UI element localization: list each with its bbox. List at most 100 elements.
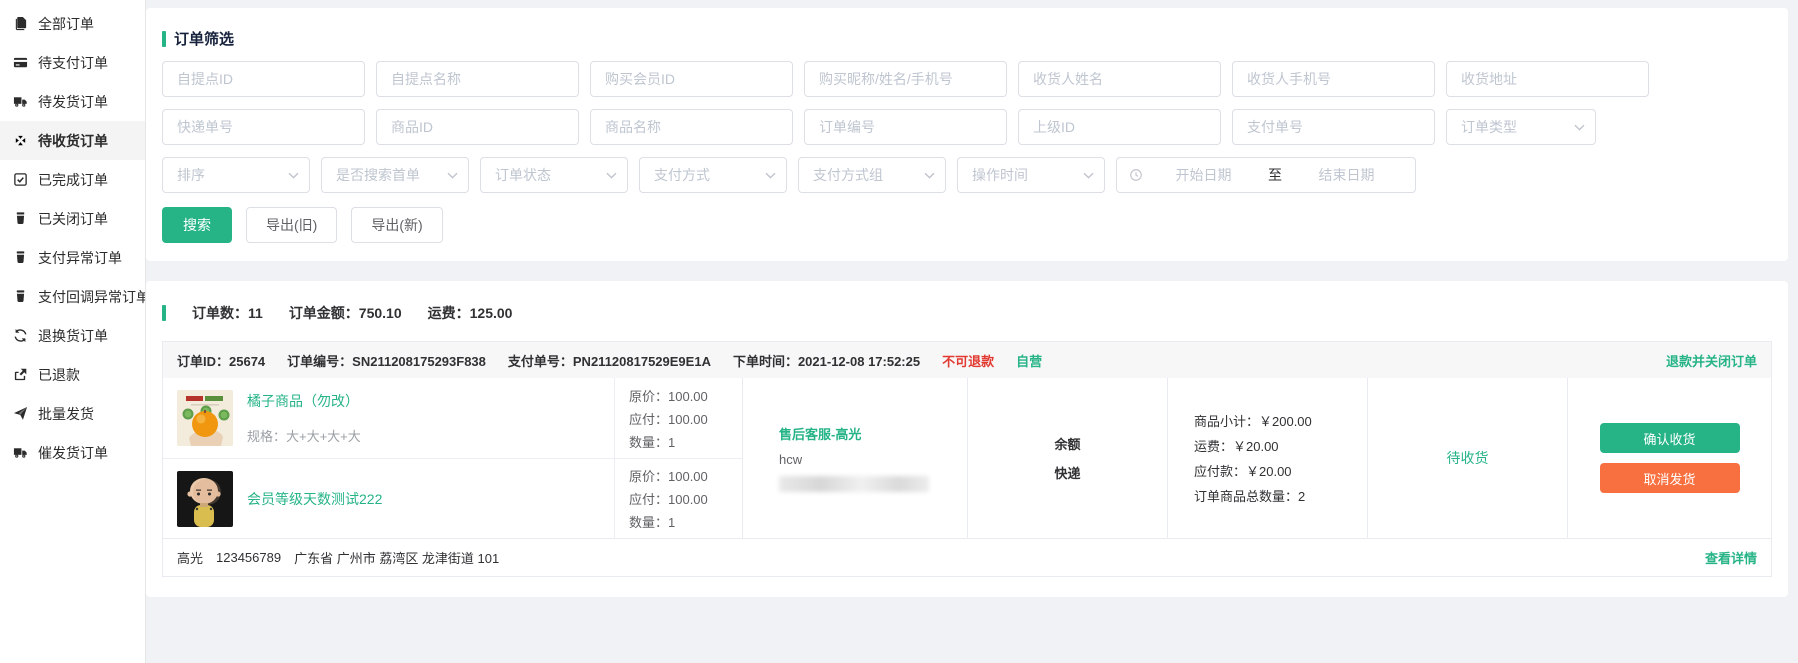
pay-method-group-select[interactable]: 支付方式组 — [798, 157, 946, 193]
product-price-block: 原价：100.00 应付：100.00 数量：1 — [614, 459, 742, 538]
product-main: 橘子商品（勿改） 规格：大+大+大+大 — [163, 378, 614, 458]
order-time: 下单时间：2021-12-08 17:52:25 — [733, 351, 920, 370]
buyer-keyword-input[interactable] — [804, 61, 1007, 97]
refund-close-order-link[interactable]: 退款并关闭订单 — [1666, 351, 1757, 370]
sidebar-item-urge-shipment[interactable]: 催发货订单 — [0, 433, 145, 472]
sidebar-item-all-orders[interactable]: 全部订单 — [0, 4, 145, 43]
order-status-select[interactable]: 订单状态 — [480, 157, 628, 193]
operate-time-select[interactable]: 操作时间 — [957, 157, 1105, 193]
filter-buttons-row: 搜索 导出(旧) 导出(新) — [162, 207, 1772, 243]
filter-title: 订单筛选 — [174, 28, 234, 49]
export-new-button[interactable]: 导出(新) — [351, 207, 442, 243]
summary-order-amount: 订单金额：750.10 — [289, 303, 402, 323]
order-status-badge: 待收货 — [1447, 448, 1489, 468]
view-detail-link[interactable]: 查看详情 — [1705, 548, 1757, 567]
confirm-receipt-button[interactable]: 确认收货 — [1600, 423, 1740, 453]
trash-icon — [13, 211, 28, 226]
receiver-phone: 123456789 — [216, 550, 281, 565]
sidebar-item-closed[interactable]: 已关闭订单 — [0, 199, 145, 238]
pickup-point-id-input[interactable] — [162, 61, 365, 97]
sidebar-item-label: 待收货订单 — [38, 131, 108, 151]
sidebar-item-pending-payment[interactable]: 待支付订单 — [0, 43, 145, 82]
sidebar-item-batch-shipment[interactable]: 批量发货 — [0, 394, 145, 433]
product-name-link[interactable]: 橘子商品（勿改） — [247, 391, 614, 411]
first-order-select[interactable]: 是否搜索首单 — [321, 157, 469, 193]
main-content: 订单筛选 订单类型 — [146, 0, 1798, 663]
sidebar-item-label: 支付回调异常订单 — [38, 287, 145, 307]
sidebar-item-pending-shipment[interactable]: 待发货订单 — [0, 82, 145, 121]
sidebar-item-refunded[interactable]: 已退款 — [0, 355, 145, 394]
sidebar-item-return-exchange[interactable]: 退换货订单 — [0, 316, 145, 355]
order-filter-panel: 订单筛选 订单类型 — [146, 8, 1788, 261]
receiver-contact-name: hcw — [779, 452, 931, 467]
select-value: 操作时间 — [972, 165, 1028, 185]
sidebar-item-label: 全部订单 — [38, 14, 94, 34]
select-value: 订单状态 — [495, 165, 551, 185]
pay-method-select[interactable]: 支付方式 — [639, 157, 787, 193]
chevron-down-icon — [447, 172, 458, 179]
date-range-picker[interactable]: 开始日期 至 结束日期 — [1116, 157, 1416, 193]
title-accent-bar — [162, 31, 166, 47]
date-range-separator: 至 — [1264, 165, 1286, 185]
summary-accent-bar — [162, 305, 166, 321]
product-main: 会员等级天数测试222 — [163, 459, 614, 538]
order-no-input[interactable] — [804, 109, 1007, 145]
receiver-name-input[interactable] — [1018, 61, 1221, 97]
product-info: 会员等级天数测试222 — [247, 469, 614, 528]
chevron-down-icon — [924, 172, 935, 179]
sidebar-item-payment-exception[interactable]: 支付异常订单 — [0, 238, 145, 277]
order-status-column: 待收货 — [1368, 378, 1568, 538]
order-no: 订单编号：SN211208175293F838 — [287, 351, 486, 370]
receive-arrows-icon — [13, 133, 28, 148]
export-old-button[interactable]: 导出(旧) — [246, 207, 337, 243]
product-id-input[interactable] — [376, 109, 579, 145]
product-payable-price: 应付：100.00 — [629, 409, 742, 428]
receiver-address-input[interactable] — [1446, 61, 1649, 97]
sidebar-item-label: 已退款 — [38, 365, 80, 385]
order-header: 订单ID：25674 订单编号：SN211208175293F838 支付单号：… — [163, 342, 1771, 378]
express-no-input[interactable] — [162, 109, 365, 145]
end-date-input[interactable]: 结束日期 — [1290, 165, 1403, 185]
sort-select[interactable]: 排序 — [162, 157, 310, 193]
receiver-phone-input[interactable] — [1232, 61, 1435, 97]
order-footer: 高光 123456789 广东省 广州市 荔湾区 龙津街道 101 查看详情 — [163, 538, 1771, 576]
chevron-down-icon — [765, 172, 776, 179]
order-body: 橘子商品（勿改） 规格：大+大+大+大 原价：100.00 应付：100.00 … — [163, 378, 1771, 538]
buyer-member-id-input[interactable] — [590, 61, 793, 97]
product-quantity: 数量：1 — [629, 512, 742, 531]
self-operated-tag: 自营 — [1016, 351, 1042, 370]
trash-icon — [13, 250, 28, 265]
product-name-input[interactable] — [590, 109, 793, 145]
sidebar-item-label: 待发货订单 — [38, 92, 108, 112]
search-button[interactable]: 搜索 — [162, 207, 232, 243]
filter-row-3: 排序 是否搜索首单 订单状态 支付方式 支付方式组 — [162, 157, 1772, 193]
service-info: 售后客服-高光 hcw — [779, 424, 931, 492]
order-type-select[interactable]: 订单类型 — [1446, 109, 1596, 145]
filter-row-2: 订单类型 — [162, 109, 1772, 145]
select-value: 订单类型 — [1461, 117, 1517, 137]
product-image-orange[interactable] — [177, 390, 233, 446]
product-payable-price: 应付：100.00 — [629, 489, 742, 508]
goods-subtotal: 商品小计：￥200.00 — [1194, 411, 1312, 430]
check-square-icon — [13, 172, 28, 187]
product-image-doll[interactable] — [177, 471, 233, 527]
payment-no-input[interactable] — [1232, 109, 1435, 145]
after-sales-service-column: 售后客服-高光 hcw — [743, 378, 968, 538]
share-icon — [13, 367, 28, 382]
product-name-link[interactable]: 会员等级天数测试222 — [247, 489, 614, 509]
parent-id-input[interactable] — [1018, 109, 1221, 145]
start-date-input[interactable]: 开始日期 — [1147, 165, 1260, 185]
sidebar: 全部订单 待支付订单 待发货订单 待收货订单 已完成订单 已关闭订单 支付异常订… — [0, 0, 146, 663]
select-value: 支付方式组 — [813, 165, 883, 185]
product-price-block: 原价：100.00 应付：100.00 数量：1 — [614, 378, 742, 458]
pickup-point-name-input[interactable] — [376, 61, 579, 97]
truck-icon — [13, 445, 28, 460]
sidebar-item-pending-receipt[interactable]: 待收货订单 — [0, 121, 145, 160]
sidebar-item-label: 批量发货 — [38, 404, 94, 424]
sidebar-item-payment-callback-exception[interactable]: 支付回调异常订单 — [0, 277, 145, 316]
order-totals-column: 商品小计：￥200.00 运费：￥20.00 应付款：￥20.00 订单商品总数… — [1168, 378, 1368, 538]
sidebar-item-completed[interactable]: 已完成订单 — [0, 160, 145, 199]
order-payment-no: 支付单号：PN21120817529E9E1A — [508, 351, 711, 370]
cancel-shipment-button[interactable]: 取消发货 — [1600, 463, 1740, 493]
order-card: 订单ID：25674 订单编号：SN211208175293F838 支付单号：… — [162, 341, 1772, 577]
